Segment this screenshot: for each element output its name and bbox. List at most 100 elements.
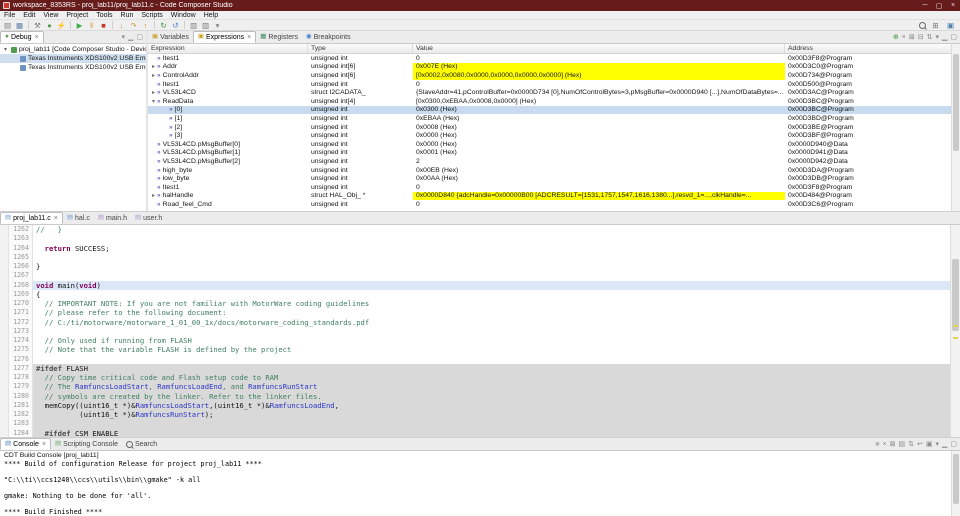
expression-row[interactable]: » [2] unsigned int 0x0008 (Hex) 0x00D3BE@Pro… xyxy=(148,123,952,132)
display-selected-console-icon[interactable]: ▾ xyxy=(935,441,939,448)
expression-row[interactable]: » VL53L4CD.pMsgBuffer[0] unsigned int 0x000… xyxy=(148,140,952,149)
code-line[interactable]: return SUCCESS; xyxy=(33,244,950,253)
clear-console-icon[interactable]: ▤ xyxy=(898,441,905,448)
tab-user-h[interactable]: ▤ user.h xyxy=(131,212,166,224)
restart-icon[interactable]: ↻ xyxy=(158,20,169,30)
code-line[interactable] xyxy=(33,234,950,243)
code-line[interactable] xyxy=(33,327,950,336)
tab-proj-lab11-c[interactable]: ▤ proj_lab11.c × xyxy=(0,212,63,224)
tab-hal-c[interactable]: ▤ hal.c xyxy=(63,212,94,224)
remove-launch-icon[interactable]: × xyxy=(883,441,887,448)
code-line[interactable] xyxy=(33,355,950,364)
save-icon[interactable]: ▦ xyxy=(14,20,25,30)
view-menu-icon[interactable]: ▾ xyxy=(935,34,939,41)
add-expression-icon[interactable]: ⊕ xyxy=(893,34,899,41)
terminate-icon[interactable]: ■ xyxy=(98,20,109,30)
expression-row[interactable]: » Road_feel_Cmd unsigned int 0 0x00D3C6@Prog… xyxy=(148,200,952,209)
registers-view-icon[interactable]: ▧ xyxy=(200,20,211,30)
minimize-icon[interactable]: ▁ xyxy=(942,441,947,448)
expression-row[interactable]: » [1] unsigned int 0xEBAA (Hex) 0x00D3BD@Pro… xyxy=(148,114,952,123)
column-header-value[interactable]: Value xyxy=(413,44,785,53)
console-output[interactable]: **** Build of configuration Release for … xyxy=(0,460,960,516)
menu-item-tools[interactable]: Tools xyxy=(92,12,116,19)
menu-item-edit[interactable]: Edit xyxy=(19,12,39,19)
menu-item-help[interactable]: Help xyxy=(200,12,222,19)
expression-row[interactable]: ▸» ControlAddr unsigned int[6] [0x0002,0x00… xyxy=(148,71,952,80)
menu-item-project[interactable]: Project xyxy=(62,12,92,19)
expression-row[interactable]: » Itest1 unsigned int 0 0x00D500@Program xyxy=(148,80,952,89)
maximize-icon[interactable]: ▢ xyxy=(136,34,143,41)
more-actions-icon[interactable]: ▾ xyxy=(212,20,223,30)
collapse-all-icon[interactable]: ⊟ xyxy=(918,34,924,41)
expression-row[interactable]: » VL53L4CD.pMsgBuffer[2] unsigned int 2 0x00… xyxy=(148,157,952,166)
tab-debug[interactable]: ● Debug × xyxy=(0,31,44,43)
tab-main-h[interactable]: ▤ main.h xyxy=(94,212,131,224)
code-line[interactable]: #ifdef CSM_ENABLE xyxy=(33,428,950,437)
column-header-expression[interactable]: Expression xyxy=(148,44,308,53)
expression-row[interactable]: ▸» Addr unsigned int[6] 0x007E (Hex) 0x00D3C… xyxy=(148,62,952,72)
editor-scrollbar[interactable] xyxy=(950,225,960,437)
code-line[interactable]: // please refer to the following documen… xyxy=(33,308,950,317)
menu-item-file[interactable]: File xyxy=(0,12,19,19)
close-icon[interactable]: × xyxy=(54,215,58,222)
close-button[interactable]: × xyxy=(946,2,960,9)
scrollbar-thumb[interactable] xyxy=(953,54,959,151)
expression-row[interactable]: » Itest1 unsigned int 0 0x00D3F8@Program xyxy=(148,54,952,63)
expression-row[interactable]: » high_byte unsigned int 0x00EB (Hex) 0x00D3… xyxy=(148,166,952,175)
code-editor[interactable]: // } return SUCCESS;} void main(void){ //… xyxy=(33,225,950,437)
column-header-type[interactable]: Type xyxy=(308,44,413,53)
column-header-address[interactable]: Address xyxy=(785,44,952,53)
sort-icon[interactable]: ⇅ xyxy=(927,34,933,41)
menu-item-window[interactable]: Window xyxy=(167,12,200,19)
code-line[interactable] xyxy=(33,253,950,262)
code-line[interactable]: memCopy((uint16_t *)&RamfuncsLoadStart,(… xyxy=(33,400,950,410)
expression-row[interactable]: ▸» halHandle struct HAL_Obj_ * 0x0000D840 {… xyxy=(148,191,952,201)
chevron-right-icon[interactable]: ▸ xyxy=(150,72,157,79)
expression-row[interactable]: ▸» VL53L4CD struct I2CADATA_ {SlaveAddr=41,… xyxy=(148,88,952,97)
build-icon[interactable]: ⚒ xyxy=(32,20,43,30)
code-line[interactable]: { xyxy=(33,290,950,299)
maximize-button[interactable]: ▢ xyxy=(932,2,946,10)
tab-variables[interactable]: ▣ Variables xyxy=(148,31,193,43)
chevron-right-icon[interactable]: ▸ xyxy=(150,89,157,96)
maximize-icon[interactable]: ▢ xyxy=(950,34,957,41)
maximize-icon[interactable]: ▢ xyxy=(950,441,957,448)
editor-annotation-gutter[interactable] xyxy=(0,225,9,437)
step-over-icon[interactable]: ↷ xyxy=(128,20,139,30)
menu-item-scripts[interactable]: Scripts xyxy=(137,12,166,19)
step-into-icon[interactable]: ↓ xyxy=(116,20,127,30)
scroll-lock-icon[interactable]: ⇅ xyxy=(908,441,914,448)
suspend-icon[interactable]: ‖ xyxy=(86,20,97,30)
remove-all-expressions-icon[interactable]: ⊠ xyxy=(909,34,915,41)
code-line[interactable]: // The RamfuncsLoadStart, RamfuncsLoadEn… xyxy=(33,382,950,392)
tab-registers[interactable]: ▦ Registers xyxy=(256,31,302,43)
view-menu-icon[interactable]: ▾ xyxy=(121,34,125,41)
chevron-down-icon[interactable]: ▾ xyxy=(150,98,157,105)
scrollbar-thumb[interactable] xyxy=(952,258,959,331)
new-file-icon[interactable]: ▤ xyxy=(2,20,13,30)
expression-row[interactable]: » Itest1 unsigned int 0 0x00D3F8@Program xyxy=(148,183,952,192)
tab-console[interactable]: ▤ Console × xyxy=(0,438,51,450)
expressions-scrollbar[interactable] xyxy=(951,44,960,211)
console-scrollbar[interactable] xyxy=(951,451,960,516)
code-line[interactable]: // Note that the variable FLASH is defin… xyxy=(33,345,950,354)
flash-icon[interactable]: ⚡ xyxy=(56,20,67,30)
code-line[interactable]: // IMPORTANT NOTE: If you are not famili… xyxy=(33,299,950,308)
step-return-icon[interactable]: ↑ xyxy=(140,20,151,30)
chevron-right-icon[interactable]: ▸ xyxy=(150,192,157,199)
tab-scripting-console[interactable]: ▤ Scripting Console xyxy=(51,438,122,450)
scrollbar-thumb[interactable] xyxy=(953,453,959,505)
code-line[interactable]: #ifdef FLASH xyxy=(33,363,950,373)
expression-row[interactable]: ▾» ReadData unsigned int[4] [0x0300,0xEBAA,… xyxy=(148,97,952,106)
ccs-debug-perspective-icon[interactable]: ▣ xyxy=(945,20,956,30)
expression-row[interactable]: » [0] unsigned int 0x0300 (Hex) 0x00D3BC@Pro… xyxy=(148,105,952,115)
chevron-right-icon[interactable]: ▸ xyxy=(150,63,157,70)
chevron-down-icon[interactable]: ▾ xyxy=(2,46,9,53)
code-line[interactable]: // C:/ti/motorware/motorware_1_01_00_1x/… xyxy=(33,318,950,327)
resume-icon[interactable]: ▶ xyxy=(74,20,85,30)
code-line[interactable]: void main(void) xyxy=(33,280,950,290)
open-perspective-icon[interactable]: ⊞ xyxy=(930,20,941,30)
close-icon[interactable]: × xyxy=(35,34,39,41)
code-line[interactable]: // Only used if running from FLASH xyxy=(33,336,950,345)
minimize-icon[interactable]: ▁ xyxy=(942,34,947,41)
